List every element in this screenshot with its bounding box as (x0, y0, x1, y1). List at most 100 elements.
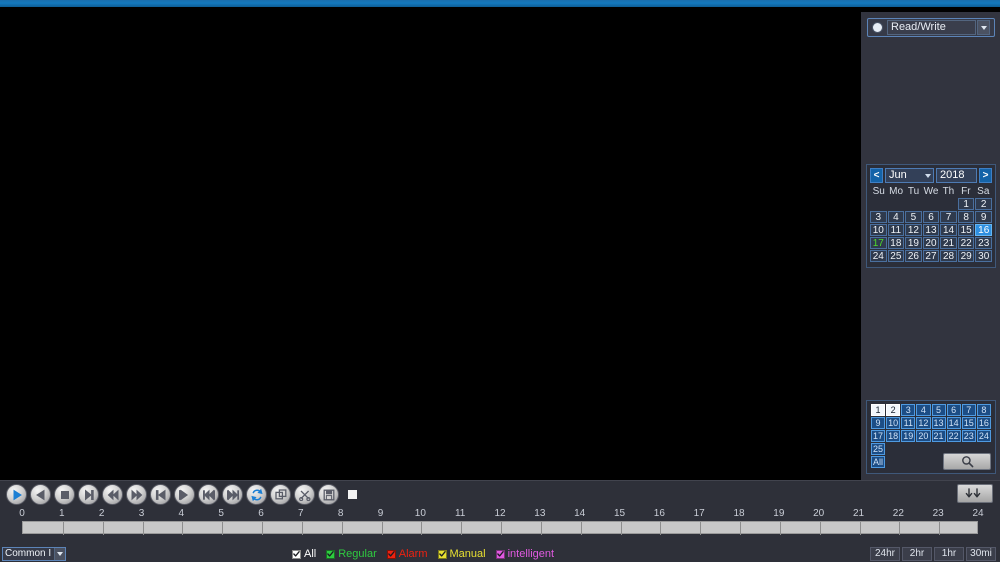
scale-button-24hr[interactable]: 24hr (870, 547, 900, 561)
next-frame-button[interactable] (174, 484, 195, 505)
channel-search-button[interactable] (943, 453, 991, 470)
slow-play-button[interactable] (78, 484, 99, 505)
channel-button-10[interactable]: 10 (886, 417, 901, 429)
channel-button-17[interactable]: 17 (871, 430, 886, 442)
timeline-track[interactable] (22, 521, 978, 535)
record-type-dropdown-arrow[interactable] (54, 548, 65, 560)
scale-button-1hr[interactable]: 1hr (934, 547, 964, 561)
calendar-day-26[interactable]: 26 (905, 250, 922, 262)
calendar-day-17[interactable]: 17 (870, 237, 887, 249)
channel-button-3[interactable]: 3 (901, 404, 916, 416)
legend-checkbox-manual[interactable] (437, 549, 447, 559)
multi-window-button[interactable] (270, 484, 291, 505)
storage-mode-selector[interactable]: Read/Write (867, 18, 995, 37)
storage-mode-radio[interactable] (873, 23, 882, 32)
fast-rewind-button[interactable] (102, 484, 123, 505)
calendar-widget[interactable]: < Jun 2018 > Su Mo Tu We Th Fr Sa 1 2 3 4 5 6 7 8 9 10 1… (866, 164, 996, 268)
channel-button-14[interactable]: 14 (946, 417, 961, 429)
channel-button-20[interactable]: 20 (916, 430, 931, 442)
calendar-day-7[interactable]: 7 (940, 211, 957, 223)
channel-button-8[interactable]: 8 (976, 404, 991, 416)
calendar-next-button[interactable]: > (979, 168, 992, 183)
channel-button-15[interactable]: 15 (961, 417, 976, 429)
calendar-day-28[interactable]: 28 (940, 250, 957, 262)
calendar-month-select[interactable]: Jun (885, 168, 934, 183)
channel-button-13[interactable]: 13 (931, 417, 946, 429)
calendar-day-4[interactable]: 4 (887, 211, 905, 223)
channel-button-18[interactable]: 18 (886, 430, 901, 442)
channel-button-7[interactable]: 7 (961, 404, 976, 416)
calendar-day-19[interactable]: 19 (905, 237, 922, 249)
calendar-day-2[interactable]: 2 (975, 198, 992, 210)
calendar-day-29[interactable]: 29 (957, 250, 975, 262)
calendar-day-11[interactable]: 11 (887, 224, 905, 236)
channel-button-4[interactable]: 4 (916, 404, 931, 416)
calendar-day-24[interactable]: 24 (870, 250, 887, 262)
timeline[interactable]: 0 1 2 3 4 5 6 7 8 9 10 11 12 13 14 15 16 17 18 19 20 21 22 23 24 (0, 508, 1000, 546)
calendar-day-30[interactable]: 30 (975, 250, 992, 262)
legend-item-all[interactable]: All (292, 548, 316, 560)
legend-checkbox-regular[interactable] (326, 549, 336, 559)
calendar-day-1[interactable]: 1 (957, 198, 975, 210)
legend-item-manual[interactable]: Manual (437, 548, 486, 560)
calendar-day-9[interactable]: 9 (975, 211, 992, 223)
calendar-day-25[interactable]: 25 (887, 250, 905, 262)
calendar-day-18[interactable]: 18 (887, 237, 905, 249)
channel-button-2[interactable]: 2 (886, 404, 901, 416)
storage-mode-dropdown-arrow[interactable] (977, 20, 990, 35)
calendar-day-22[interactable]: 22 (957, 237, 975, 249)
calendar-year-value[interactable]: 2018 (936, 168, 977, 183)
channel-button-9[interactable]: 9 (871, 417, 886, 429)
calendar-day-20[interactable]: 20 (922, 237, 940, 249)
sync-jump-button[interactable] (957, 484, 993, 503)
calendar-day-16[interactable]: 16 (975, 224, 992, 236)
channel-button-6[interactable]: 6 (946, 404, 961, 416)
channel-button-24[interactable]: 24 (976, 430, 991, 442)
legend-item-regular[interactable]: Regular (326, 548, 377, 560)
calendar-day-14[interactable]: 14 (940, 224, 957, 236)
calendar-day-6[interactable]: 6 (922, 211, 940, 223)
calendar-day-3[interactable]: 3 (870, 211, 887, 223)
clip-button[interactable] (294, 484, 315, 505)
next-file-button[interactable] (222, 484, 243, 505)
channel-button-25[interactable]: 25 (871, 443, 886, 455)
reverse-play-button[interactable] (30, 484, 51, 505)
previous-frame-button[interactable] (150, 484, 171, 505)
channel-button-11[interactable]: 11 (901, 417, 916, 429)
calendar-day-5[interactable]: 5 (905, 211, 922, 223)
channel-all-button[interactable]: All (871, 456, 886, 468)
storage-mode-value[interactable]: Read/Write (887, 20, 976, 35)
legend-item-alarm[interactable]: Alarm (386, 548, 428, 560)
calendar-day-8[interactable]: 8 (957, 211, 975, 223)
calendar-day-15[interactable]: 15 (957, 224, 975, 236)
channel-button-5[interactable]: 5 (931, 404, 946, 416)
record-type-select[interactable]: Common I (2, 547, 66, 561)
scale-button-30mi[interactable]: 30mi (966, 547, 996, 561)
channel-button-1[interactable]: 1 (871, 404, 886, 416)
calendar-day-12[interactable]: 12 (905, 224, 922, 236)
channel-selector[interactable]: 1 2 3 4 5 6 7 8 9 10 11 12 13 14 15 16 17 18 19 20 21 22 23 24 2… (866, 400, 996, 474)
legend-checkbox-all[interactable] (292, 549, 301, 559)
play-button[interactable] (6, 484, 27, 505)
save-clip-button[interactable] (318, 484, 339, 505)
record-stop-indicator[interactable] (348, 490, 357, 499)
channel-button-19[interactable]: 19 (901, 430, 916, 442)
fast-forward-button[interactable] (126, 484, 147, 505)
scale-button-2hr[interactable]: 2hr (902, 547, 932, 561)
legend-checkbox-intelligent[interactable] (495, 549, 505, 559)
legend-item-intelligent[interactable]: intelligent (495, 548, 554, 560)
video-preview-area[interactable] (0, 12, 861, 480)
calendar-day-21[interactable]: 21 (940, 237, 957, 249)
previous-file-button[interactable] (198, 484, 219, 505)
channel-button-21[interactable]: 21 (931, 430, 946, 442)
calendar-prev-button[interactable]: < (870, 168, 883, 183)
channel-button-12[interactable]: 12 (916, 417, 931, 429)
calendar-day-10[interactable]: 10 (870, 224, 887, 236)
stop-button[interactable] (54, 484, 75, 505)
repeat-button[interactable] (246, 484, 267, 505)
channel-button-22[interactable]: 22 (946, 430, 961, 442)
channel-button-23[interactable]: 23 (961, 430, 976, 442)
calendar-day-27[interactable]: 27 (922, 250, 940, 262)
channel-button-16[interactable]: 16 (976, 417, 991, 429)
calendar-day-13[interactable]: 13 (922, 224, 940, 236)
